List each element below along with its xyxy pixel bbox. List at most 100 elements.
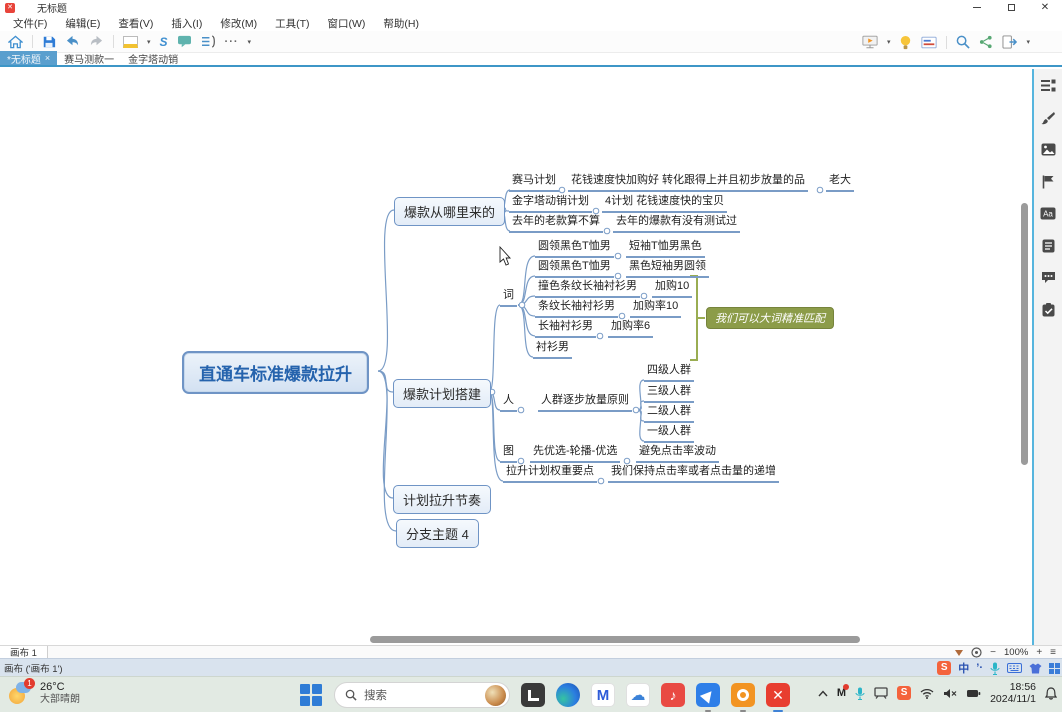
task-panel-icon[interactable] [1040, 301, 1057, 318]
edge-browser-icon[interactable] [556, 683, 580, 707]
notification-bell-icon[interactable] [1045, 686, 1057, 700]
file-explorer-icon[interactable] [521, 683, 545, 707]
topic-weight-detail[interactable]: 我们保持点击率或者点击量的递增 [608, 464, 779, 483]
more-tools-icon[interactable]: ··· [225, 36, 239, 48]
topic-group-l2[interactable]: 二级人群 [644, 404, 694, 423]
save-icon[interactable] [42, 35, 56, 49]
topic-people-principle[interactable]: 人群逐步放量原则 [538, 393, 632, 412]
slideshow-traversal-icon[interactable] [921, 36, 938, 49]
minimize-button[interactable] [960, 0, 994, 15]
clock-widget[interactable]: 18:56 2024/11/1 [990, 681, 1036, 705]
zoom-in-button[interactable]: + [1036, 647, 1042, 658]
export-caret-icon[interactable]: ▾ [1026, 38, 1030, 46]
topic-word-item2-value[interactable]: 黑色短袖男圆领 [626, 259, 709, 278]
format-theme-button[interactable] [123, 35, 138, 48]
topic-word-item5[interactable]: 长袖衬衫男 [535, 319, 596, 338]
redo-icon[interactable] [89, 35, 104, 48]
export-icon[interactable] [1002, 35, 1018, 49]
topic-group-l3[interactable]: 三级人群 [644, 384, 694, 403]
presentation-caret-icon[interactable]: ▾ [887, 38, 891, 46]
close-button[interactable]: ✕ [1028, 0, 1062, 15]
tray-sogou-icon[interactable]: S [897, 686, 912, 700]
topic-word-item6[interactable]: 衬衫男 [533, 340, 572, 359]
format-panel-icon[interactable] [1040, 77, 1057, 94]
topic-pic[interactable]: 图 [500, 444, 517, 463]
doc-tab-saima[interactable]: 赛马测款一 [57, 51, 121, 66]
topic-word-item3-value[interactable]: 加购10 [652, 279, 693, 298]
sogou-logo-icon[interactable]: S [937, 661, 952, 675]
ime-punctuation-toggle[interactable]: ’· [976, 662, 983, 674]
branch-topic-3[interactable]: 计划拉升节奏 [393, 485, 492, 514]
topic-saima-detail[interactable]: 花钱速度快加购好 转化跟得上并且初步放量的品 [568, 173, 809, 192]
more-tools-caret-icon[interactable]: ▾ [248, 38, 252, 46]
topic-pic-note[interactable]: 避免点击率波动 [636, 444, 719, 463]
font-panel-icon[interactable]: Aa [1040, 205, 1057, 222]
menu-insert[interactable]: 插入(I) [162, 16, 211, 31]
canvas-tab[interactable]: 画布 1 [0, 645, 48, 659]
tab-close-icon[interactable]: × [45, 53, 50, 63]
topic-people[interactable]: 人 [500, 393, 517, 412]
comment-panel-icon[interactable] [1040, 269, 1057, 286]
music-app-icon[interactable]: ♪ [661, 683, 685, 707]
topic-pyramid-detail[interactable]: 4计划 花钱速度快的宝贝 [602, 194, 728, 213]
menu-window[interactable]: 窗口(W) [319, 16, 375, 31]
topic-pic-strategy[interactable]: 先优选-轮播-优选 [530, 444, 621, 463]
theme-brush-icon[interactable] [1040, 109, 1057, 126]
topic-saima-plan[interactable]: 赛马计划 [509, 173, 559, 192]
menu-modify[interactable]: 修改(M) [211, 16, 266, 31]
start-button[interactable] [299, 683, 323, 707]
undo-icon[interactable] [65, 35, 80, 48]
doc-tab-jinzita[interactable]: 金字塔动销 [121, 51, 185, 66]
note-panel-icon[interactable] [1040, 237, 1057, 254]
locate-center-icon[interactable] [971, 647, 982, 658]
topic-word-item3[interactable]: 撞色条纹长袖衬衫男 [535, 279, 640, 298]
topic-word-item4-value[interactable]: 加购率10 [630, 299, 682, 318]
fit-window-icon[interactable]: ≡ [1050, 647, 1056, 658]
share-icon[interactable] [979, 35, 993, 49]
maximize-button[interactable] [994, 0, 1028, 15]
mindmaster-app-icon[interactable]: M [591, 683, 615, 707]
topic-laoda[interactable]: 老大 [826, 173, 854, 192]
outline-numbering-icon[interactable] [201, 35, 216, 48]
menu-tools[interactable]: 工具(T) [266, 16, 318, 31]
camera-app-icon[interactable] [731, 683, 755, 712]
menu-file[interactable]: 文件(F) [4, 16, 56, 31]
topic-word-item4[interactable]: 条纹长袖衬衫男 [535, 299, 618, 318]
thunder-app-icon[interactable] [696, 683, 720, 712]
doc-tab-untitled[interactable]: *无标题 × [0, 51, 58, 66]
topic-word-item5-value[interactable]: 加购率6 [608, 319, 654, 338]
tray-mindmaster-icon[interactable]: M [837, 684, 850, 699]
topic-word-item1[interactable]: 圆领黑色T恤男 [535, 239, 614, 258]
topic-group-l4[interactable]: 四级人群 [644, 363, 694, 382]
zoom-find-icon[interactable] [956, 35, 971, 49]
volume-muted-icon[interactable] [943, 688, 957, 699]
ime-keyboard-icon[interactable] [1007, 663, 1022, 673]
topic-lastyear-detail[interactable]: 去年的爆款有没有测试过 [613, 214, 740, 233]
zoom-out-button[interactable]: − [990, 647, 996, 658]
flag-panel-icon[interactable] [1040, 173, 1057, 190]
tray-chevron-up-icon[interactable] [818, 689, 828, 697]
idea-lightbulb-icon[interactable] [899, 35, 912, 50]
topic-weight[interactable]: 拉升计划权重要点 [503, 464, 597, 483]
branch-topic-2[interactable]: 爆款计划搭建 [393, 379, 492, 408]
branch-topic-4[interactable]: 分支主题 4 [396, 519, 479, 548]
weather-widget[interactable]: 1 26°C 大部晴朗 [8, 678, 80, 706]
image-panel-icon[interactable] [1040, 141, 1057, 158]
taskbar-search[interactable]: 搜索 [334, 682, 510, 708]
tray-display-icon[interactable] [874, 687, 888, 699]
wifi-icon[interactable] [920, 688, 934, 699]
topic-word-item2[interactable]: 圆领黑色T恤男 [535, 259, 614, 278]
filter-icon[interactable] [955, 649, 964, 656]
ime-language-toggle[interactable]: 中 [958, 660, 969, 676]
topic-group-l1[interactable]: 一级人群 [644, 424, 694, 443]
topic-word[interactable]: 词 [500, 288, 517, 307]
canvas-horizontal-scrollbar[interactable] [370, 636, 860, 643]
battery-icon[interactable] [966, 688, 981, 699]
active-mindmap-app-icon[interactable]: ✕ [766, 683, 790, 712]
ime-mic-icon[interactable] [990, 662, 1000, 675]
menu-view[interactable]: 查看(V) [109, 16, 162, 31]
branch-topic-1[interactable]: 爆款从哪里来的 [394, 197, 506, 226]
callout-green[interactable]: 我们可以大词精准匹配 [706, 307, 834, 329]
topic-lastyear[interactable]: 去年的老款算不算 [509, 214, 603, 233]
ime-toolbox-icon[interactable] [1049, 662, 1060, 674]
